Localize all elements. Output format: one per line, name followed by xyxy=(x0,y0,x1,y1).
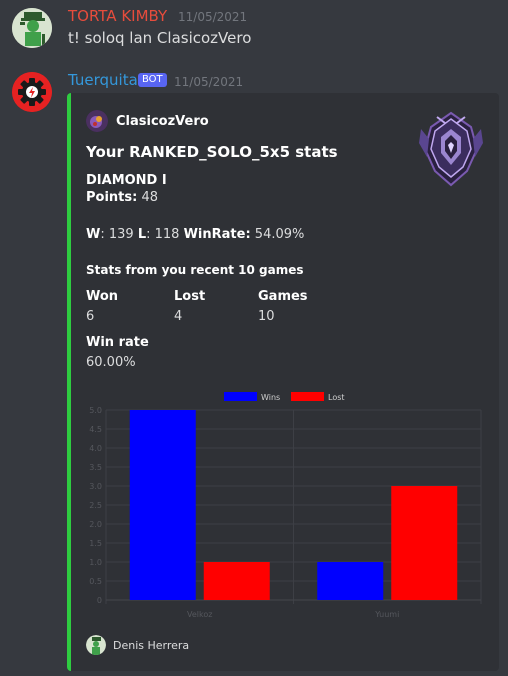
legend-label: Wins xyxy=(261,393,280,402)
y-tick-label: 1.0 xyxy=(89,558,102,567)
l-label: L xyxy=(137,227,147,242)
y-tick-label: 3.5 xyxy=(89,463,102,472)
message-text: t! soloq lan ClasicozVero xyxy=(68,29,252,47)
legend-label: Lost xyxy=(328,393,345,402)
games-label: Games xyxy=(258,289,308,304)
gear-icon xyxy=(12,72,52,112)
bar-wins xyxy=(129,410,196,600)
embed-title: Your RANKED_SOLO_5x5 stats xyxy=(86,143,338,161)
author-name[interactable]: TORTA KIMBY xyxy=(68,7,167,25)
winrate-label: WinRate: xyxy=(183,227,251,242)
winrate-recent-value: 60.00% xyxy=(86,355,136,370)
tuerquita-avatar[interactable] xyxy=(12,72,52,112)
y-tick-label: 2.0 xyxy=(89,520,102,529)
lost-value: 4 xyxy=(174,309,183,324)
won-value: 6 xyxy=(86,309,95,324)
torta-kimby-avatar[interactable] xyxy=(12,8,52,48)
legend-swatch xyxy=(291,392,324,401)
y-tick-label: 0.5 xyxy=(89,577,102,586)
y-tick-label: 2.5 xyxy=(89,501,102,510)
y-tick-label: 1.5 xyxy=(89,539,102,548)
embed-author-name[interactable]: ClasicozVero xyxy=(116,114,209,129)
y-tick-label: 4.0 xyxy=(89,444,102,453)
bar-lost xyxy=(391,486,458,600)
w-label: W xyxy=(86,227,101,242)
winloss-bar-chart[interactable]: 0 0.5 1.0 1.5 2.0 2.5 3.0 3.5 4.0 4.5 5.0 Velkoz Yuu… xyxy=(86,390,486,622)
legend-swatch xyxy=(224,392,257,401)
x-tick-label: Yuumi xyxy=(374,610,399,619)
bar-lost xyxy=(203,562,270,600)
points-label: Points: xyxy=(86,190,138,205)
stats-embed: ClasicozVero Your RANKED_SOLO_5x5 stats … xyxy=(67,93,499,671)
l-value: : 118 xyxy=(146,227,180,242)
games-value: 10 xyxy=(258,309,275,324)
timestamp: 11/05/2021 xyxy=(174,75,244,89)
timestamp: 11/05/2021 xyxy=(178,10,248,24)
bot-badge: BOT xyxy=(138,73,167,87)
y-tick-label: 3.0 xyxy=(89,482,102,491)
bar-wins xyxy=(317,562,384,600)
y-tick-label: 5.0 xyxy=(89,406,102,415)
y-tick-label: 0 xyxy=(97,596,102,605)
recent-title: Stats from you recent 10 games xyxy=(86,263,304,277)
rank-emblem-thumbnail xyxy=(415,109,487,189)
w-value: : 139 xyxy=(100,227,134,242)
green-character-icon xyxy=(12,8,52,48)
y-tick-label: 4.5 xyxy=(89,425,102,434)
won-label: Won xyxy=(86,289,119,304)
footer-text: Denis Herrera xyxy=(113,639,190,652)
record-row: W: 139 L: 118 WinRate: 54.09% xyxy=(86,227,304,242)
winrate-value: 54.09% xyxy=(254,227,305,242)
embed-author-icon xyxy=(86,110,108,132)
winrate-recent-label: Win rate xyxy=(86,335,149,350)
lost-label: Lost xyxy=(174,289,206,304)
points-row: Points: 48 xyxy=(86,190,158,205)
author-name[interactable]: Tuerquita xyxy=(68,71,138,89)
diamond-rank-emblem-icon xyxy=(419,111,483,187)
footer-icon xyxy=(86,635,106,655)
x-tick-label: Velkoz xyxy=(187,610,212,619)
rank-value: DIAMOND I xyxy=(86,173,167,188)
points-value: 48 xyxy=(141,190,159,205)
